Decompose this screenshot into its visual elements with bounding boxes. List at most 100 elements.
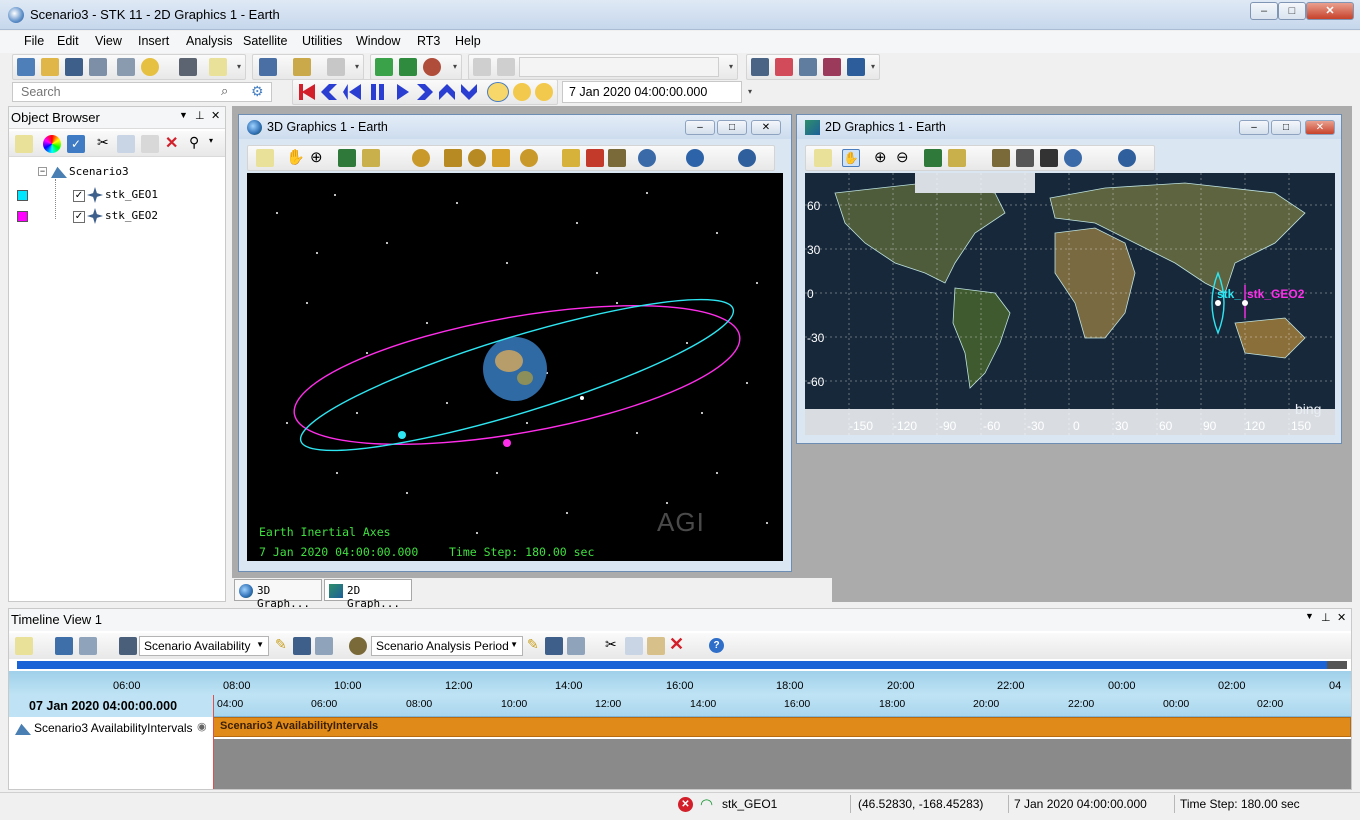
notes-icon[interactable] bbox=[209, 58, 227, 76]
minimize-button[interactable]: – bbox=[1250, 2, 1278, 20]
tree-item-stk-geo2[interactable]: stk_GEO2 bbox=[105, 209, 158, 222]
pause-icon-bar[interactable] bbox=[379, 84, 384, 100]
menu-analysis[interactable]: Analysis bbox=[186, 34, 233, 48]
tree-item-stk-geo1[interactable]: stk_GEO1 bbox=[105, 188, 158, 201]
properties-icon[interactable] bbox=[117, 58, 135, 76]
save-icon[interactable] bbox=[293, 637, 311, 655]
copy-icon[interactable] bbox=[625, 637, 643, 655]
stk-geo2-marker[interactable] bbox=[503, 439, 511, 447]
time-component-icon[interactable] bbox=[119, 637, 137, 655]
pencil-icon[interactable] bbox=[586, 149, 604, 167]
close-button[interactable]: ✕ bbox=[1306, 2, 1354, 20]
cut-icon[interactable]: ✂ bbox=[605, 636, 617, 653]
toolbar-overflow-icon[interactable]: ▾ bbox=[746, 83, 754, 101]
access-icon[interactable] bbox=[375, 58, 393, 76]
menu-view[interactable]: View bbox=[95, 34, 122, 48]
menu-rt3[interactable]: RT3 bbox=[417, 34, 440, 48]
zoom-out-icon[interactable]: ⊖ bbox=[896, 148, 909, 166]
panel-close-icon[interactable]: ✕ bbox=[211, 109, 220, 122]
edit-pencil-icon[interactable]: ✎ bbox=[275, 636, 287, 653]
print-icon[interactable] bbox=[179, 58, 197, 76]
increase-step-icon[interactable] bbox=[461, 84, 477, 100]
toolbar-overflow-icon[interactable]: ▾ bbox=[353, 58, 361, 76]
save-as-icon[interactable] bbox=[89, 58, 107, 76]
object-selector-dropdown[interactable] bbox=[519, 57, 719, 77]
menu-satellite[interactable]: Satellite bbox=[243, 34, 287, 48]
panel-close-icon[interactable]: ✕ bbox=[1337, 611, 1346, 624]
toolbar-overflow-icon[interactable]: ▾ bbox=[451, 58, 459, 76]
play-reverse-icon[interactable] bbox=[349, 84, 361, 100]
help-icon[interactable]: ? bbox=[709, 638, 724, 653]
normal-time-icon[interactable] bbox=[535, 83, 553, 101]
timeline-row-header[interactable]: Scenario3 AvailabilityIntervals ◉ bbox=[9, 717, 213, 739]
graphics-2d-map[interactable]: 60 30 0 -30 -60 -150 -120 -90 -60 -30 0 … bbox=[805, 173, 1335, 435]
availability-combo[interactable]: Scenario Availability ▼ bbox=[139, 636, 269, 656]
stk-geo1-marker[interactable] bbox=[398, 431, 406, 439]
graphics-3d-minimize-button[interactable]: – bbox=[685, 120, 715, 135]
earth-icon[interactable] bbox=[686, 149, 704, 167]
timeline-settings-icon[interactable] bbox=[55, 637, 73, 655]
globe-manager-icon[interactable] bbox=[1118, 149, 1136, 167]
toolbar-overflow-icon[interactable]: ▾ bbox=[727, 58, 735, 76]
graphics-2d-minimize-button[interactable]: – bbox=[1239, 120, 1269, 135]
database-icon[interactable] bbox=[799, 58, 817, 76]
play-icon[interactable] bbox=[397, 84, 409, 100]
check-icon[interactable]: ✓ bbox=[67, 135, 85, 153]
save-icon[interactable] bbox=[545, 637, 563, 655]
decrease-step-icon[interactable] bbox=[439, 84, 455, 100]
ruler-icon[interactable] bbox=[992, 149, 1010, 167]
tree-collapse-icon[interactable]: − bbox=[38, 167, 47, 176]
table-icon[interactable] bbox=[823, 58, 841, 76]
panel-menu-icon[interactable]: ▼ bbox=[179, 110, 188, 120]
delete-icon[interactable]: ✕ bbox=[165, 133, 178, 153]
chain-icon[interactable] bbox=[399, 58, 417, 76]
pin-icon[interactable]: ⊥ bbox=[1321, 611, 1331, 624]
step-forward-icon[interactable] bbox=[417, 84, 433, 100]
edit-pencil-icon[interactable]: ✎ bbox=[527, 636, 539, 653]
properties-icon[interactable] bbox=[948, 149, 966, 167]
lightbulb-icon[interactable] bbox=[141, 58, 159, 76]
error-icon[interactable]: ✕ bbox=[678, 797, 693, 812]
pause-icon[interactable] bbox=[371, 84, 376, 100]
toolbar-overflow-icon[interactable]: ▾ bbox=[235, 58, 243, 76]
film-icon[interactable] bbox=[1040, 149, 1058, 167]
graphics-2d-maximize-button[interactable]: □ bbox=[1271, 120, 1301, 135]
properties-icon[interactable] bbox=[362, 149, 380, 167]
pin-icon[interactable]: ⊥ bbox=[195, 109, 205, 122]
notes-icon[interactable] bbox=[15, 135, 33, 153]
view-down-icon[interactable] bbox=[492, 149, 510, 167]
tree-item-scenario[interactable]: Scenario3 bbox=[69, 165, 129, 178]
chart-icon[interactable] bbox=[775, 58, 793, 76]
toolbar-overflow-icon[interactable]: ▾ bbox=[209, 136, 213, 145]
menu-edit[interactable]: Edit bbox=[57, 34, 79, 48]
cut-icon[interactable]: ✂ bbox=[97, 134, 109, 151]
pan-hand-icon[interactable]: ✋ bbox=[286, 148, 305, 166]
color-swatch-magenta[interactable] bbox=[17, 211, 28, 222]
sync-icon[interactable] bbox=[79, 637, 97, 655]
arrows-icon[interactable] bbox=[847, 58, 865, 76]
home-view-icon[interactable] bbox=[444, 149, 462, 167]
sync-icon[interactable] bbox=[567, 637, 585, 655]
map-layers-icon[interactable] bbox=[924, 149, 942, 167]
reset-icon[interactable] bbox=[299, 84, 315, 100]
menu-window[interactable]: Window bbox=[356, 34, 400, 48]
delete-icon[interactable]: ✕ bbox=[669, 634, 684, 655]
notes-icon[interactable] bbox=[256, 149, 274, 167]
timeline-overview-bar[interactable] bbox=[17, 661, 1347, 669]
maximize-button[interactable]: □ bbox=[1278, 2, 1306, 20]
globe-settings-icon[interactable] bbox=[1064, 149, 1082, 167]
timeline-detail-ruler[interactable]: 04:00 06:00 08:00 10:00 12:00 14:00 16:0… bbox=[213, 695, 1351, 717]
gear-icon[interactable]: ⚙ bbox=[251, 83, 264, 100]
eye-icon[interactable]: ◉ bbox=[197, 720, 207, 733]
notes-icon[interactable] bbox=[15, 637, 33, 655]
current-time-field[interactable]: 7 Jan 2020 04:00:00.000 bbox=[562, 81, 742, 103]
color-wheel-icon[interactable] bbox=[43, 135, 61, 153]
menu-insert[interactable]: Insert bbox=[138, 34, 169, 48]
x-real-time-icon[interactable] bbox=[513, 83, 531, 101]
menu-help[interactable]: Help bbox=[455, 34, 481, 48]
zoom-icon[interactable]: ⊕ bbox=[310, 148, 323, 166]
realtime-clock-icon[interactable] bbox=[487, 82, 509, 102]
copy-icon[interactable] bbox=[117, 135, 135, 153]
graphics-3d-maximize-button[interactable]: □ bbox=[717, 120, 747, 135]
notes-icon[interactable] bbox=[814, 149, 832, 167]
